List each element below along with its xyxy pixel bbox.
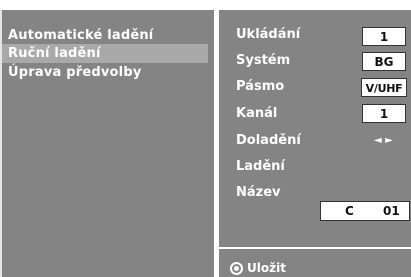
- channel-value[interactable]: 1: [362, 104, 406, 123]
- channel-label: Kanál: [236, 106, 278, 121]
- menu-item-manual-tuning[interactable]: Ruční ladění: [2, 44, 208, 63]
- name-label: Název: [236, 185, 281, 200]
- save-label: Uložit: [247, 261, 286, 275]
- name-field[interactable]: C 01: [320, 201, 410, 221]
- footer-divider: [219, 247, 411, 249]
- menu-item-auto-tuning[interactable]: Automatické ladění: [8, 28, 153, 43]
- storage-label: Ukládání: [236, 27, 301, 42]
- settings-panel: Ukládání 1 Systém BG Pásmo V/UHF Kanál 1…: [217, 10, 411, 277]
- ok-circle-icon: [230, 261, 243, 275]
- fine-tune-arrows-icon[interactable]: ◄ ►: [374, 135, 393, 146]
- save-button[interactable]: Uložit: [230, 261, 286, 275]
- fine-tune-label: Doladění: [236, 133, 301, 148]
- system-value[interactable]: BG: [362, 52, 406, 71]
- menu-list-panel: Automatické ladění Ruční ladění Úprava p…: [0, 10, 214, 277]
- name-number: 01: [383, 204, 400, 218]
- storage-value[interactable]: 1: [362, 27, 406, 46]
- band-value[interactable]: V/UHF: [361, 78, 407, 97]
- system-label: Systém: [236, 53, 291, 68]
- name-prefix: C: [345, 204, 354, 218]
- band-label: Pásmo: [236, 79, 285, 94]
- menu-item-preset-edit[interactable]: Úprava předvolby: [8, 65, 142, 80]
- tv-menu-screen: Automatické ladění Ruční ladění Úprava p…: [0, 0, 411, 277]
- search-label[interactable]: Ladění: [236, 159, 285, 174]
